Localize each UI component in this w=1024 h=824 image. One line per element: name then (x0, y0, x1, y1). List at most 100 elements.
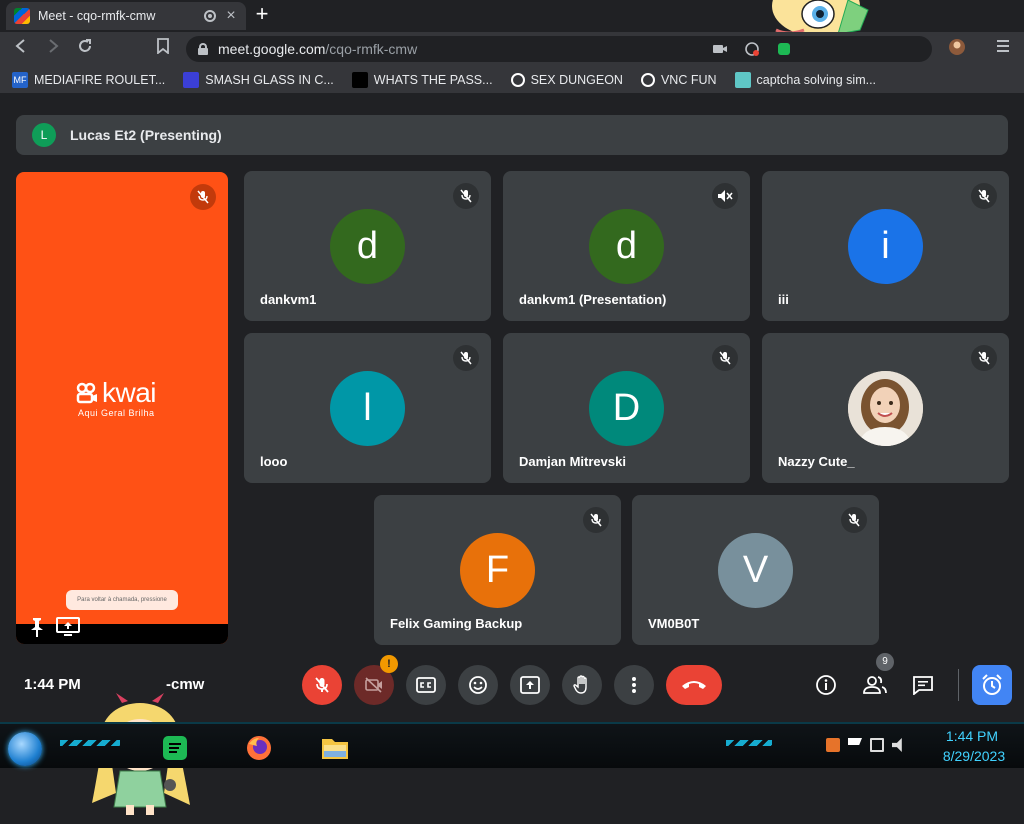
participant-avatar: F (460, 533, 535, 608)
system-time[interactable]: 1:44 PM (942, 728, 1002, 744)
tray-app-icon[interactable] (826, 738, 840, 752)
spotify-icon (163, 736, 187, 760)
chrome-menu-button[interactable] (992, 38, 1014, 60)
browser-tab-bar: Meet - cqo-rmfk-cmw × + (0, 0, 1024, 36)
taskbar-file-explorer[interactable] (314, 732, 356, 764)
participant-name: VM0B0T (648, 616, 700, 631)
mic-off-icon (190, 184, 216, 210)
bookmark-label: captcha solving sim... (756, 72, 877, 87)
start-button[interactable] (8, 732, 42, 766)
participant-tile[interactable]: l looo (244, 333, 491, 483)
mic-off-icon (315, 677, 329, 693)
kwai-tagline: Aqui Geral Brilha (78, 408, 155, 418)
participant-avatar: V (718, 533, 793, 608)
captions-icon (416, 677, 436, 693)
participant-name: Nazzy Cute_ (778, 454, 855, 469)
bookmark-favicon-icon (734, 71, 751, 88)
more-options-button[interactable] (614, 665, 654, 705)
people-button[interactable] (859, 669, 891, 701)
bookmark-page-button[interactable] (152, 38, 174, 60)
participant-name: Damjan Mitrevski (519, 454, 626, 469)
screen-cast-icon[interactable] (744, 41, 760, 57)
info-icon (816, 675, 836, 695)
participant-avatar: l (330, 371, 405, 446)
chat-button[interactable] (907, 669, 939, 701)
bookmark-favicon-icon (640, 72, 655, 87)
taskbar-firefox[interactable] (238, 732, 280, 764)
mic-off-icon (712, 345, 738, 371)
folder-icon (322, 739, 348, 759)
bookmark-label: SEX DUNGEON (530, 72, 623, 87)
bookmark-label: SMASH GLASS IN C... (205, 72, 334, 87)
bookmark-favicon-icon (183, 71, 200, 88)
participant-tile[interactable]: d dankvm1 (Presentation) (503, 171, 750, 321)
url-text: meet.google.com/cqo-rmfk-cmw (218, 41, 418, 57)
participant-avatar: i (848, 209, 923, 284)
bookmark-item[interactable]: SMASH GLASS IN C... (183, 71, 334, 88)
participant-tile[interactable]: V VM0B0T (632, 495, 879, 645)
present-icon (520, 676, 540, 694)
mic-off-icon (453, 183, 479, 209)
bookmark-item[interactable]: WHATS THE PASS... (351, 71, 493, 88)
tray-volume-icon[interactable] (892, 738, 902, 752)
reactions-button[interactable] (458, 665, 498, 705)
address-bar[interactable]: meet.google.com/cqo-rmfk-cmw (186, 36, 932, 62)
leave-call-button[interactable] (666, 665, 722, 705)
present-now-button[interactable] (510, 665, 550, 705)
tray-network-icon[interactable] (870, 738, 884, 752)
mic-off-icon (971, 345, 997, 371)
participant-tile[interactable]: Nazzy Cute_ (762, 333, 1009, 483)
bookmark-item[interactable]: VNC FUN (640, 72, 717, 87)
close-tab-icon[interactable]: × (224, 7, 238, 25)
screen-share-tile[interactable]: kwai Aqui Geral Brilha Para voltar à cha… (16, 172, 228, 644)
bookmark-favicon-icon (351, 71, 368, 88)
participant-tile[interactable]: i iii (762, 171, 1009, 321)
mic-off-icon (841, 507, 867, 533)
os-taskbar: 1:44 PM 8/29/2023 (0, 722, 1024, 768)
meeting-details-button[interactable] (810, 669, 842, 701)
forward-icon (49, 39, 59, 53)
reload-button[interactable] (74, 38, 96, 60)
participant-tile[interactable]: D Damjan Mitrevski (503, 333, 750, 483)
mic-off-icon (971, 183, 997, 209)
participant-name: dankvm1 (260, 292, 317, 307)
fullscreen-share-icon[interactable] (56, 616, 80, 638)
profile-button[interactable] (946, 38, 968, 60)
participant-name: Felix Gaming Backup (390, 616, 523, 631)
taskbar-spotify[interactable] (154, 732, 196, 764)
participant-avatar: d (330, 209, 405, 284)
system-date[interactable]: 8/29/2023 (934, 748, 1014, 764)
participant-tile[interactable]: d dankvm1 (244, 171, 491, 321)
camera-in-use-icon[interactable] (712, 41, 728, 57)
raise-hand-button[interactable] (562, 665, 602, 705)
presenter-label: Lucas Et2 (Presenting) (70, 127, 222, 143)
bookmark-item[interactable]: captcha solving sim... (734, 71, 877, 88)
kwai-logo: kwai (76, 377, 157, 409)
hangup-icon (682, 681, 706, 689)
bookmark-item[interactable]: MF MEDIAFIRE ROULET... (12, 71, 165, 88)
controls-divider (958, 669, 959, 701)
raise-hand-icon (573, 675, 587, 694)
meeting-code: -cmw (166, 676, 205, 693)
bookmark-item[interactable]: SEX DUNGEON (510, 72, 623, 87)
meet-favicon-icon (14, 8, 30, 24)
browser-toolbar: meet.google.com/cqo-rmfk-cmw (0, 32, 1024, 66)
presenter-avatar: L (32, 123, 56, 147)
browser-tab[interactable]: Meet - cqo-rmfk-cmw × (6, 2, 246, 30)
back-button[interactable] (10, 38, 32, 60)
tray-flag-icon[interactable] (848, 738, 862, 752)
toggle-mic-button[interactable] (302, 665, 342, 705)
forward-button[interactable] (42, 38, 64, 60)
firefox-icon (247, 736, 271, 760)
extension-icon[interactable] (776, 41, 792, 57)
new-tab-button[interactable]: + (252, 3, 272, 25)
taskbar-decoration (60, 740, 120, 746)
presenter-banner[interactable]: L Lucas Et2 (Presenting) (16, 115, 1008, 155)
participant-name: looo (260, 454, 288, 469)
bookmark-icon (157, 38, 169, 55)
participant-tile[interactable]: F Felix Gaming Backup (374, 495, 621, 645)
lock-icon (198, 43, 208, 55)
pin-icon[interactable] (28, 616, 46, 638)
activities-button[interactable] (972, 665, 1012, 705)
captions-button[interactable] (406, 665, 446, 705)
